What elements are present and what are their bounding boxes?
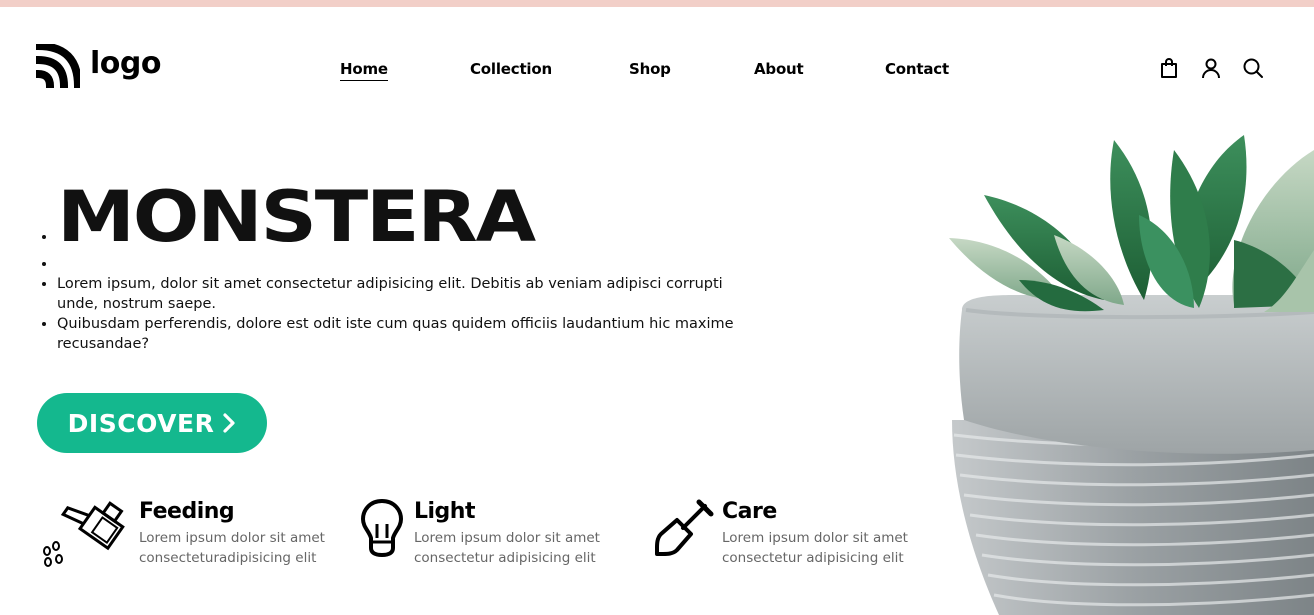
discover-button[interactable]: DISCOVER (37, 393, 267, 453)
light-bulb-icon (360, 498, 404, 558)
shopping-bag-icon[interactable] (1158, 57, 1180, 79)
hero-paragraph: Lorem ipsum, dolor sit amet consectetur … (57, 274, 737, 314)
feature-title: Care (722, 499, 777, 524)
user-icon[interactable] (1200, 57, 1222, 79)
feature-text: Lorem ipsum dolor sit amet consectetur a… (722, 530, 908, 566)
nav-item-home[interactable]: Home (340, 60, 388, 81)
hero-title: MONSTERA (57, 176, 536, 258)
nav-item-shop[interactable]: Shop (629, 60, 671, 78)
succulent-plant-image (949, 135, 1314, 615)
nav-item-contact[interactable]: Contact (885, 60, 949, 78)
hero-paragraph: Quibusdam perferendis, dolore est odit i… (57, 314, 737, 354)
main-nav: Home Collection Shop About Contact (0, 60, 1314, 84)
nav-item-about[interactable]: About (754, 60, 804, 78)
nav-item-collection[interactable]: Collection (470, 60, 552, 78)
header-actions (1158, 57, 1264, 79)
hero-title-item: MONSTERA (57, 180, 737, 254)
feature-title: Light (414, 499, 476, 524)
feature-text: Lorem ipsum dolor sit amet consectetur a… (414, 530, 600, 566)
feature-title: Feeding (139, 499, 235, 524)
discover-label: DISCOVER (67, 408, 215, 438)
top-accent-bar (0, 0, 1314, 7)
watering-can-icon (43, 501, 125, 567)
shovel-icon (655, 499, 714, 556)
feature-text: Lorem ipsum dolor sit amet consecteturad… (139, 530, 325, 566)
hero-list: MONSTERA Lorem ipsum, dolor sit amet con… (57, 180, 737, 354)
search-icon[interactable] (1242, 57, 1264, 79)
chevron-right-icon (223, 413, 235, 433)
